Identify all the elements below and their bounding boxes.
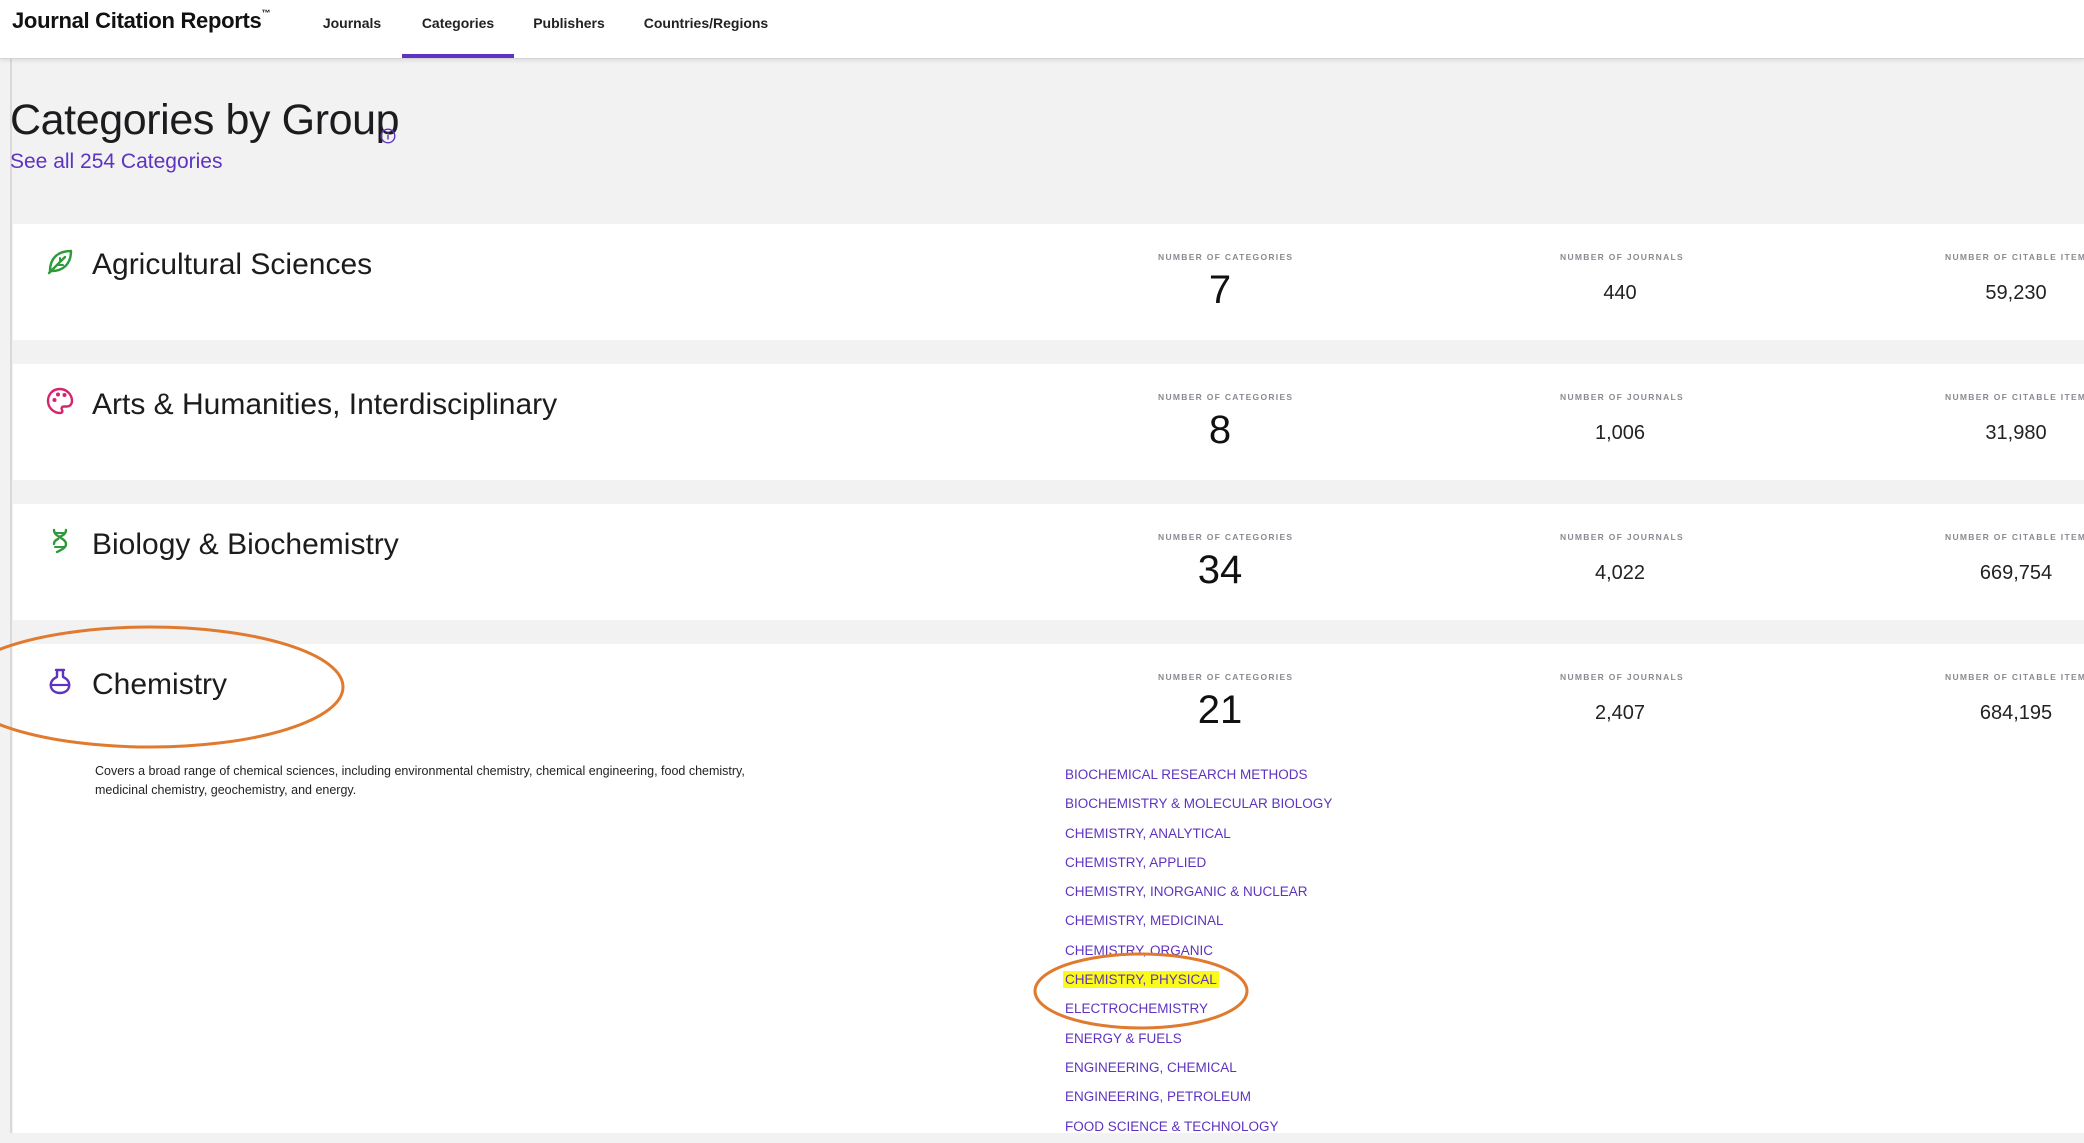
stat-label-categories: NUMBER OF CATEGORIES [1158,392,1294,402]
stat-label-citable: NUMBER OF CITABLE ITEMS [1945,532,2084,542]
stat-label-categories: NUMBER OF CATEGORIES [1158,532,1294,542]
tab-countries-regions[interactable]: Countries/Regions [636,0,776,58]
palette-icon [46,387,74,415]
category-link[interactable]: CHEMISTRY, ORGANIC [1065,938,1332,967]
stat-label-journals: NUMBER OF JOURNALS [1560,392,1684,402]
group-card-agricultural-sciences[interactable]: Agricultural Sciences NUMBER OF CATEGORI… [13,224,2084,340]
category-link[interactable]: CHEMISTRY, APPLIED [1065,850,1332,879]
brand-logo[interactable]: Journal Citation Reports™ [12,8,270,34]
tab-journals[interactable]: Journals [314,0,390,58]
group-title[interactable]: Arts & Humanities, Interdisciplinary [92,388,557,422]
category-link[interactable]: ENGINEERING, PETROLEUM [1065,1084,1332,1113]
category-link[interactable]: CHEMISTRY, MEDICINAL [1065,908,1332,937]
stat-label-categories: NUMBER OF CATEGORIES [1158,672,1294,682]
stat-label-journals: NUMBER OF JOURNALS [1560,532,1684,542]
dna-icon [52,528,68,554]
category-link[interactable]: BIOCHEMICAL RESEARCH METHODS [1065,762,1332,791]
highlighted-category-text: CHEMISTRY, PHYSICAL [1063,971,1219,989]
category-link[interactable]: CHEMISTRY, INORGANIC & NUCLEAR [1065,879,1332,908]
category-link-highlighted[interactable]: CHEMISTRY, PHYSICAL [1063,967,1332,996]
top-navigation-bar: Journal Citation Reports™ Journals Categ… [0,0,2084,59]
tab-publishers[interactable]: Publishers [526,0,612,58]
category-link[interactable]: ENERGY & FUELS [1065,1026,1332,1055]
group-card-arts-humanities[interactable]: Arts & Humanities, Interdisciplinary NUM… [13,364,2084,480]
group-title[interactable]: Chemistry [92,668,227,702]
trademark-mark: ™ [261,7,271,18]
category-link[interactable]: ELECTROCHEMISTRY [1065,996,1332,1025]
stat-value-categories: 7 [1208,268,1232,312]
stat-value-citable: 31,980 [1985,422,2047,444]
group-title[interactable]: Biology & Biochemistry [92,528,399,562]
category-link[interactable]: BIOCHEMISTRY & MOLECULAR BIOLOGY [1065,791,1332,820]
stat-label-citable: NUMBER OF CITABLE ITEMS [1945,252,2084,262]
stat-value-journals: 2,407 [1594,702,1646,724]
stat-value-categories: 8 [1208,408,1232,452]
stat-value-journals: 440 [1603,282,1637,304]
stat-value-citable: 684,195 [1979,702,2053,724]
stat-value-citable: 669,754 [1979,562,2053,584]
stat-value-categories: 21 [1197,688,1243,732]
tab-categories[interactable]: Categories [402,0,514,58]
group-description: Covers a broad range of chemical science… [95,764,745,797]
see-all-categories-link[interactable]: See all 254 Categories [10,150,222,174]
flask-icon [49,668,71,695]
group-title[interactable]: Agricultural Sciences [92,248,372,282]
stat-label-journals: NUMBER OF JOURNALS [1560,252,1684,262]
stat-label-journals: NUMBER OF JOURNALS [1560,672,1684,682]
stat-value-journals: 1,006 [1594,422,1646,444]
stat-label-citable: NUMBER OF CITABLE ITEMS [1945,392,2084,402]
group-card-biology-biochemistry[interactable]: Biology & Biochemistry NUMBER OF CATEGOR… [13,504,2084,620]
stat-label-citable: NUMBER OF CITABLE ITEMS [1945,672,2084,682]
stat-value-categories: 34 [1197,548,1243,592]
brand-name: Journal Citation Reports [12,8,262,33]
stat-value-citable: 59,230 [1985,282,2047,304]
category-list: BIOCHEMICAL RESEARCH METHODS BIOCHEMISTR… [1063,762,1332,1143]
stat-value-journals: 4,022 [1594,562,1646,584]
page-title: Categories by Group [10,96,400,144]
leaf-icon [47,249,73,275]
category-link[interactable]: CHEMISTRY, ANALYTICAL [1065,821,1332,850]
category-link[interactable]: ENGINEERING, CHEMICAL [1065,1055,1332,1084]
stat-label-categories: NUMBER OF CATEGORIES [1158,252,1294,262]
category-link[interactable]: FOOD SCIENCE & TECHNOLOGY [1065,1114,1332,1143]
group-card-chemistry[interactable]: Chemistry NUMBER OF CATEGORIES 21 NUMBER… [13,644,2084,1133]
info-circle-icon[interactable] [380,128,396,144]
